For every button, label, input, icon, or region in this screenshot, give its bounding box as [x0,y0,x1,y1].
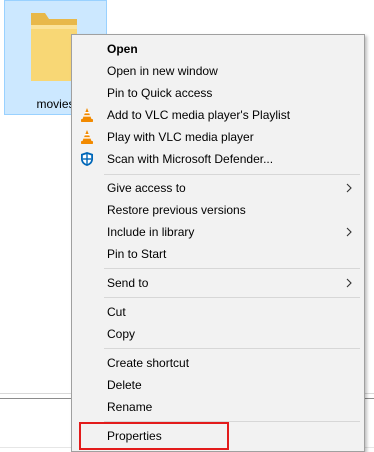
menu-item-give-access-to[interactable]: Give access to [74,177,362,199]
vlc-cone-icon [81,130,93,144]
menu-item-cut[interactable]: Cut [74,301,362,323]
menu-separator [104,174,360,175]
chevron-right-icon [346,227,352,237]
menu-item-label: Play with VLC media player [107,130,254,144]
menu-item-pin-to-start[interactable]: Pin to Start [74,243,362,265]
menu-item-create-shortcut[interactable]: Create shortcut [74,352,362,374]
menu-item-label: Include in library [107,225,195,239]
menu-item-restore-previous-versions[interactable]: Restore previous versions [74,199,362,221]
menu-item-label: Scan with Microsoft Defender... [107,152,274,166]
menu-item-open-in-new-window[interactable]: Open in new window [74,60,362,82]
menu-item-scan-with-defender[interactable]: Scan with Microsoft Defender... [74,148,362,170]
vlc-cone-icon [81,108,93,122]
menu-separator [104,297,360,298]
menu-item-include-in-library[interactable]: Include in library [74,221,362,243]
menu-item-add-to-vlc-playlist[interactable]: Add to VLC media player's Playlist [74,104,362,126]
menu-item-send-to[interactable]: Send to [74,272,362,294]
menu-item-play-with-vlc[interactable]: Play with VLC media player [74,126,362,148]
menu-item-rename[interactable]: Rename [74,396,362,418]
menu-item-label: Pin to Quick access [107,86,213,100]
menu-item-delete[interactable]: Delete [74,374,362,396]
menu-item-label: Rename [107,400,153,414]
menu-item-label: Cut [107,305,126,319]
chevron-right-icon [346,183,352,193]
menu-item-label: Pin to Start [107,247,167,261]
menu-separator [104,268,360,269]
menu-item-label: Send to [107,276,149,290]
menu-item-label: Open in new window [107,64,218,78]
defender-shield-icon [81,152,93,166]
menu-separator [104,348,360,349]
menu-item-copy[interactable]: Copy [74,323,362,345]
menu-item-open[interactable]: Open [74,38,362,60]
menu-item-label: Open [107,42,138,56]
menu-item-pin-to-quick-access[interactable]: Pin to Quick access [74,82,362,104]
highlight-box-properties [79,422,229,450]
menu-item-label: Restore previous versions [107,203,246,217]
menu-item-label: Give access to [107,181,186,195]
menu-item-label: Copy [107,327,136,341]
menu-item-label: Delete [107,378,142,392]
context-menu: Open Open in new window Pin to Quick acc… [71,34,365,452]
menu-item-label: Create shortcut [107,356,190,370]
chevron-right-icon [346,278,352,288]
menu-item-label: Add to VLC media player's Playlist [107,108,291,122]
